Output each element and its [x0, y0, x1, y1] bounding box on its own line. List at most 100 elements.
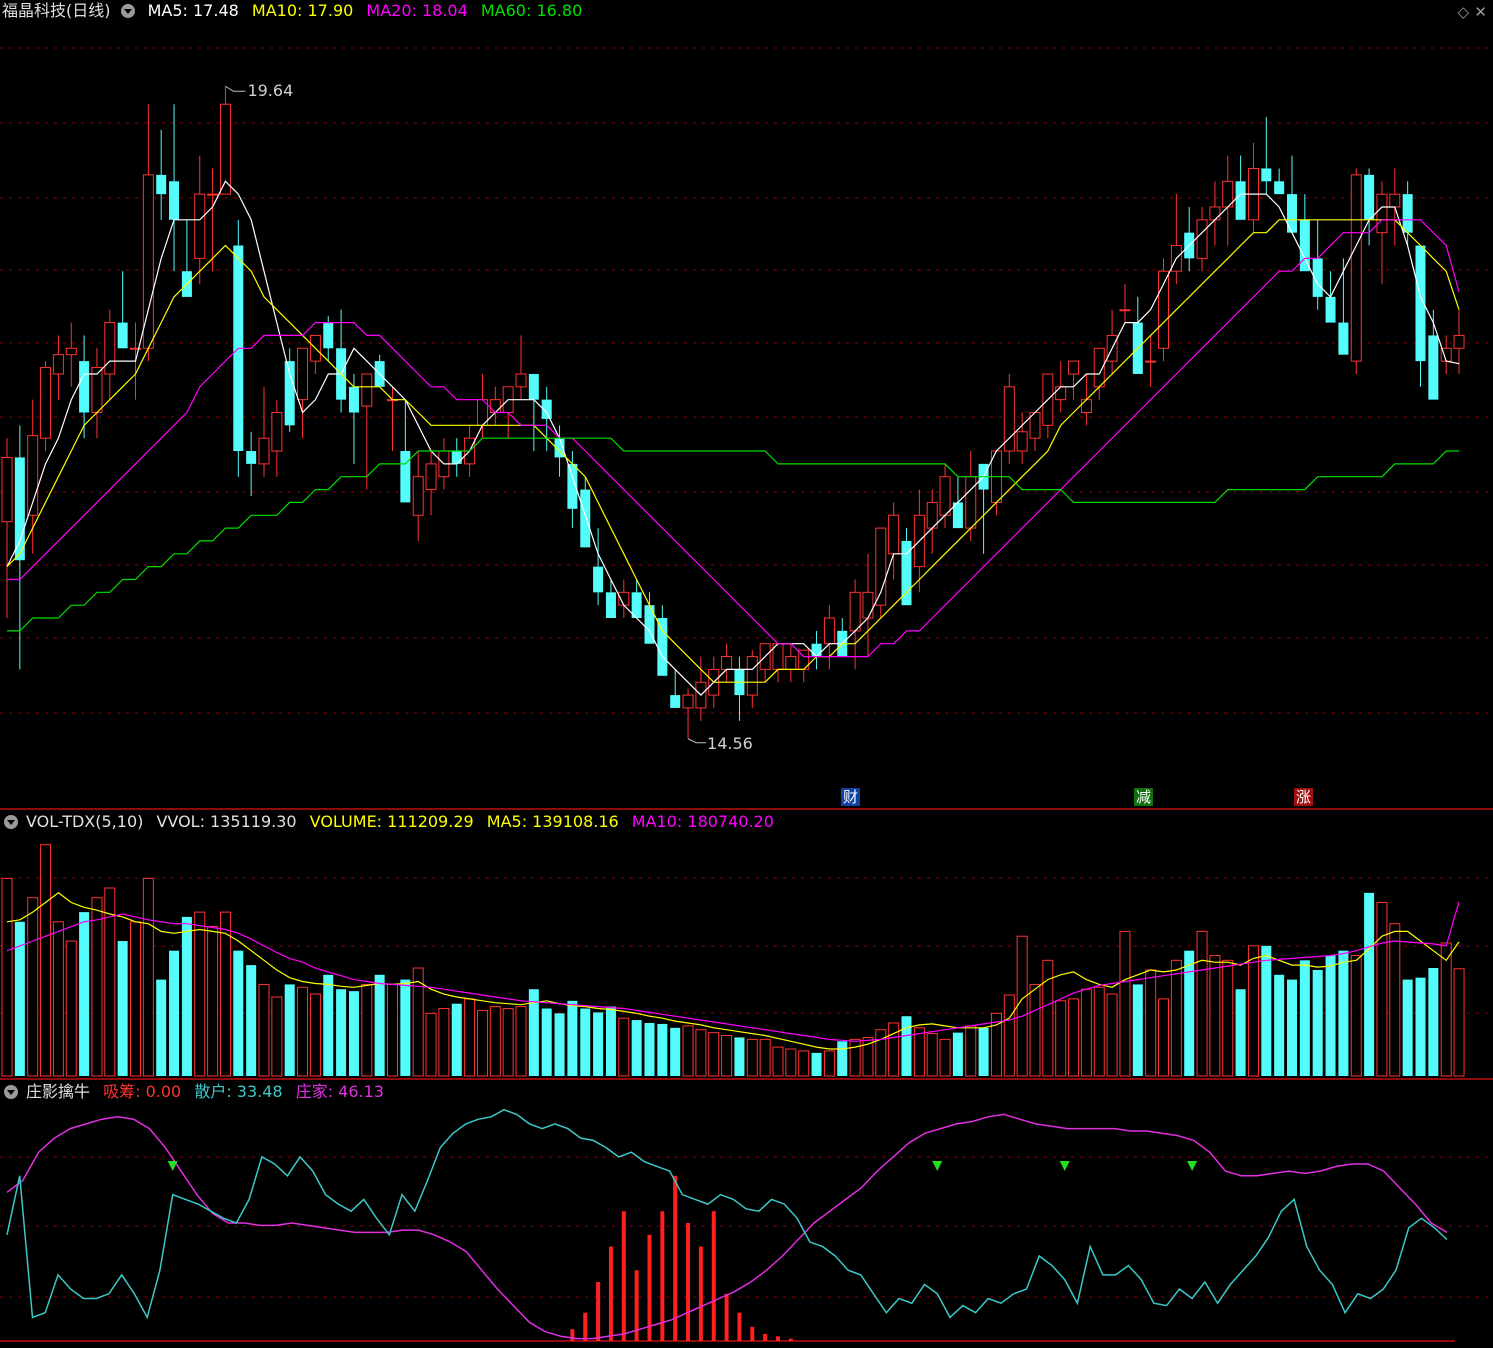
volume-bar — [952, 1032, 963, 1076]
volume-bar — [1364, 892, 1375, 1076]
grid-lines — [0, 47, 1493, 1342]
volume-bar — [772, 1046, 784, 1077]
candle-body — [117, 322, 128, 349]
xichou-bar — [583, 1312, 588, 1341]
dropdown-icon[interactable] — [4, 814, 18, 829]
volume-bar — [1119, 930, 1131, 1077]
event-marker-rise[interactable]: 涨 — [1294, 788, 1314, 806]
candle-body — [1376, 193, 1388, 234]
vol-ma5-label: MA5: 139108.16 — [486, 812, 619, 831]
volume-bar — [1415, 977, 1426, 1076]
volume-bar — [284, 984, 295, 1076]
candle-body — [939, 476, 951, 516]
volume-bar — [374, 974, 385, 1076]
volume-bar — [40, 844, 52, 1077]
diamond-icon[interactable]: ◇ — [1457, 3, 1469, 21]
volume-bar — [1196, 930, 1208, 1077]
volume-bar — [91, 897, 103, 1077]
volume-bar — [823, 1050, 835, 1077]
volume-bar — [901, 1016, 912, 1076]
candle-body — [1453, 334, 1465, 349]
volume-bar — [1428, 968, 1439, 1076]
sanhu-label: 散户: 33.48 — [194, 1082, 283, 1101]
candle-body — [580, 489, 591, 548]
zhuangjia-label: 庄家: 46.13 — [295, 1082, 384, 1101]
volume-bar — [670, 1027, 681, 1076]
volume-bar — [156, 979, 167, 1076]
volume-bar — [1222, 959, 1234, 1077]
volume-bar — [219, 911, 231, 1077]
candle-body — [721, 656, 733, 670]
volume-bar — [464, 998, 476, 1077]
candle-body — [348, 386, 359, 413]
stock-title[interactable]: 福晶科技(日线) — [2, 1, 111, 20]
volume-bar — [1055, 1000, 1067, 1077]
volume-bar — [913, 1027, 925, 1077]
signal-arrow-icon — [167, 1161, 178, 1171]
candle-body — [156, 174, 167, 195]
volume-bar — [169, 950, 180, 1076]
candle-body — [400, 451, 411, 503]
max-price-pointer — [225, 85, 246, 92]
xichou-bar — [621, 1211, 626, 1341]
indicator-name[interactable]: 庄影擒牛 — [26, 1082, 90, 1101]
volume-bar — [515, 1006, 527, 1077]
candle-body — [1338, 322, 1349, 355]
candle-body — [361, 373, 373, 407]
candle-body — [1119, 309, 1131, 312]
dropdown-icon[interactable] — [120, 3, 135, 18]
xichou-bar — [776, 1336, 780, 1341]
candle-body — [1196, 219, 1208, 259]
volume-bar — [1209, 955, 1221, 1077]
volume-bar — [323, 974, 334, 1076]
stock-chart-canvas[interactable]: 19.64 14.56 — [0, 0, 1493, 1348]
volume-bar — [875, 1029, 887, 1077]
volume-bar — [336, 989, 347, 1076]
volume-indicator-name[interactable]: VOL-TDX(5,10) — [26, 812, 143, 831]
candle-body — [1068, 360, 1080, 375]
signal-arrow-icon — [1187, 1161, 1198, 1171]
candle-body — [65, 347, 77, 356]
volume-bar — [79, 912, 90, 1076]
indicator-panel[interactable] — [6, 1108, 1448, 1341]
volume-bar — [1389, 923, 1401, 1077]
ma5-line — [6, 180, 1460, 696]
candle-body — [657, 618, 668, 676]
xichou-bar — [596, 1282, 601, 1341]
volume-bar — [1068, 998, 1080, 1077]
volume-bar — [798, 1050, 810, 1077]
volume-bar — [1003, 994, 1015, 1077]
close-icon[interactable]: ✕ — [1474, 3, 1487, 21]
volume-bar — [721, 1035, 733, 1077]
volume-bar — [27, 897, 39, 1077]
xichou-bar — [698, 1246, 703, 1341]
event-marker-finance[interactable]: 财 — [841, 788, 861, 806]
volume-bar — [541, 1008, 552, 1076]
volume-bar — [939, 1038, 951, 1077]
volume-bar — [1325, 955, 1336, 1076]
candle-body — [1209, 206, 1221, 221]
volume-bar — [130, 921, 141, 1077]
xichou-bar — [673, 1175, 678, 1341]
volume-bar — [258, 983, 270, 1077]
event-marker-reduce[interactable]: 减 — [1134, 788, 1154, 806]
volume-bar — [1350, 955, 1362, 1077]
vol-ma10-label: MA10: 180740.20 — [631, 812, 774, 831]
signal-arrow-icon — [932, 1161, 943, 1171]
volume-bar — [502, 1008, 514, 1077]
candle-body — [605, 592, 616, 619]
volume-bar — [1261, 945, 1272, 1076]
candle-body — [1261, 168, 1272, 182]
dropdown-icon[interactable] — [4, 1084, 18, 1099]
volume-bar — [926, 1033, 938, 1077]
volume-panel[interactable] — [1, 844, 1465, 1077]
ma5-label: MA5: 17.48 — [147, 1, 239, 20]
candle-body — [14, 457, 25, 561]
candle-body — [965, 476, 977, 529]
volume-bar — [142, 877, 154, 1077]
volume-bar — [734, 1037, 745, 1076]
candle-body — [1299, 219, 1310, 272]
candle-body — [451, 451, 462, 464]
xichou-bar — [763, 1333, 768, 1341]
candle-body — [862, 591, 874, 619]
